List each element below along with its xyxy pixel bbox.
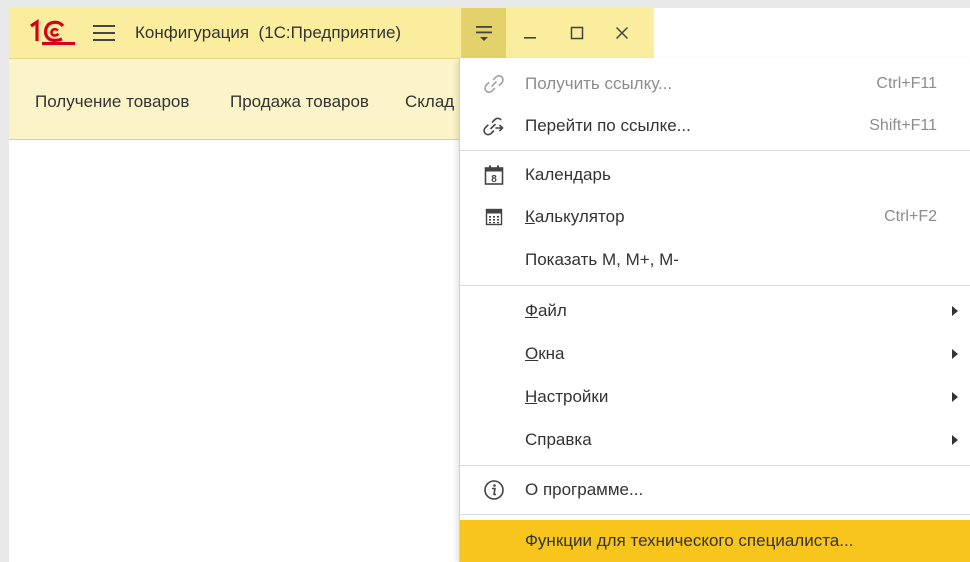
1c-logo-icon	[30, 19, 75, 45]
main-menu-button[interactable]	[461, 8, 506, 58]
menu-item-label: Окна	[525, 344, 565, 363]
main-menu-dropdown: Получить ссылку... Ctrl+F11 Перейти по с…	[459, 58, 970, 562]
submenu-arrow-icon	[952, 392, 958, 402]
menu-separator	[460, 150, 970, 151]
close-button[interactable]	[601, 8, 643, 58]
title-bar-empty-area	[654, 8, 966, 58]
calendar-day-number: 8	[491, 174, 497, 185]
menu-item-file[interactable]: Файл	[460, 290, 970, 332]
maximize-icon	[570, 26, 584, 40]
menu-item-label: Показать M, M+, M-	[525, 250, 679, 269]
menu-item-label: Получить ссылку...	[525, 74, 673, 93]
menu-item-label: Перейти по ссылке...	[525, 116, 691, 135]
submenu-arrow-icon	[952, 435, 958, 445]
section-receiving-goods[interactable]: Получение товаров	[35, 92, 189, 112]
menu-item-shortcut: Ctrl+F11	[876, 75, 937, 92]
menu-item-tech-specialist-functions[interactable]: Функции для технического специалиста...	[460, 520, 970, 562]
menu-separator	[460, 285, 970, 286]
submenu-arrow-icon	[952, 306, 958, 316]
calendar-icon: 8	[482, 163, 506, 187]
menu-item-label: Настройки	[525, 387, 609, 406]
minimize-icon	[524, 37, 536, 39]
section-sales[interactable]: Продажа товаров	[230, 92, 369, 112]
menu-item-label: Функции для технического специалиста...	[525, 531, 854, 550]
menu-item-label: Файл	[525, 301, 567, 320]
menu-item-help[interactable]: Справка	[460, 419, 970, 461]
dropdown-menu-icon	[475, 26, 492, 41]
calculator-icon	[482, 205, 506, 229]
menu-separator	[460, 465, 970, 466]
submenu-arrow-icon	[952, 349, 958, 359]
menu-separator	[460, 514, 970, 515]
menu-item-get-link[interactable]: Получить ссылку... Ctrl+F11	[460, 63, 970, 105]
menu-item-about[interactable]: О программе...	[460, 469, 970, 511]
menu-item-calendar[interactable]: 8 Календарь	[460, 154, 970, 196]
menu-item-settings[interactable]: Настройки	[460, 376, 970, 418]
window-frame-left	[0, 8, 9, 562]
menu-item-label: Калькулятор	[525, 207, 625, 226]
info-icon	[482, 478, 506, 502]
menu-item-label: Календарь	[525, 165, 611, 184]
maximize-button[interactable]	[556, 8, 598, 58]
window-frame-top	[0, 0, 970, 8]
app-title: Конфигурация (1С:Предприятие)	[135, 23, 402, 42]
follow-link-icon	[482, 114, 506, 138]
menu-item-shortcut: Shift+F11	[869, 117, 937, 134]
menu-item-label: Справка	[525, 430, 592, 449]
menu-item-show-memory[interactable]: Показать M, M+, M-	[460, 239, 970, 281]
section-warehouse[interactable]: Склад	[405, 92, 454, 112]
menu-item-shortcut: Ctrl+F2	[884, 208, 937, 225]
link-icon	[482, 72, 506, 96]
menu-item-windows[interactable]: Окна	[460, 333, 970, 375]
close-icon	[615, 26, 629, 40]
menu-item-follow-link[interactable]: Перейти по ссылке... Shift+F11	[460, 105, 970, 147]
minimize-button[interactable]	[509, 8, 551, 58]
menu-item-calculator[interactable]: Калькулятор Ctrl+F2	[460, 196, 970, 238]
menu-item-label: О программе...	[525, 480, 644, 499]
hamburger-icon[interactable]	[93, 24, 115, 42]
